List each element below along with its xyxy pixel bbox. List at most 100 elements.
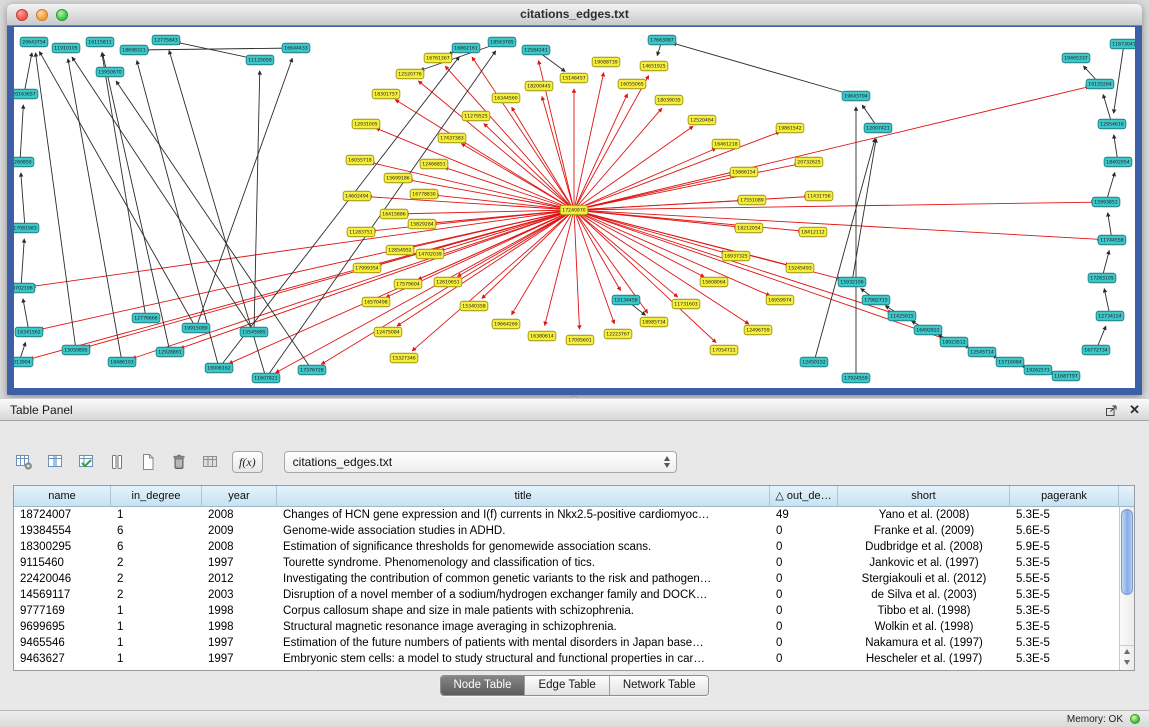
graph-node-label: 18039035 bbox=[657, 98, 680, 104]
graph-node-label: 16937325 bbox=[724, 254, 747, 260]
tab-network-table[interactable]: Network Table bbox=[610, 676, 709, 695]
graph-node-label: 16055065 bbox=[620, 82, 643, 88]
graph-node-label: 17081983 bbox=[14, 226, 37, 232]
graph-node-label: 18200445 bbox=[527, 84, 550, 90]
graph-node-label: 17376728 bbox=[300, 368, 323, 374]
graph-node-label: 12584241 bbox=[524, 48, 547, 54]
float-panel-icon[interactable] bbox=[1104, 403, 1118, 417]
scrollbar-thumb[interactable] bbox=[1121, 509, 1133, 595]
graph-node-label: 11731603 bbox=[674, 302, 697, 308]
memory-status-indicator-icon bbox=[1130, 714, 1140, 724]
graph-node-label: 19915089 bbox=[184, 326, 207, 332]
cell-year: 1997 bbox=[202, 635, 277, 651]
cell-out_de: 0 bbox=[770, 651, 838, 667]
cell-in_degree: 6 bbox=[111, 523, 202, 539]
column-header-out_de[interactable]: △ out_de… bbox=[770, 486, 838, 506]
column-header-title[interactable]: title bbox=[277, 486, 770, 506]
table-settings-icon[interactable] bbox=[13, 451, 35, 473]
graph-node-label: 12610651 bbox=[436, 280, 459, 286]
cell-year: 2009 bbox=[202, 523, 277, 539]
column-header-in_degree[interactable]: in_degree bbox=[111, 486, 202, 506]
graph-node-label: 15545985 bbox=[242, 330, 265, 336]
window-titlebar[interactable]: citations_edges.txt bbox=[7, 4, 1142, 26]
cell-year: 1997 bbox=[202, 555, 277, 571]
table-row[interactable]: 1830029562008Estimation of significance … bbox=[14, 539, 1119, 555]
zoom-window-button[interactable] bbox=[56, 9, 68, 21]
minimize-window-button[interactable] bbox=[36, 9, 48, 21]
cell-pagerank: 5.3E-5 bbox=[1010, 651, 1119, 667]
table-tabs: Node TableEdge TableNetwork Table bbox=[440, 675, 710, 696]
graph-node-label: 15608064 bbox=[702, 280, 725, 286]
graph-node-label: 15134458 bbox=[614, 298, 637, 304]
graph-node-label: 12545714 bbox=[970, 350, 993, 356]
scroll-down-icon[interactable] bbox=[1120, 657, 1134, 668]
cell-in_degree: 2 bbox=[111, 555, 202, 571]
new-table-icon[interactable] bbox=[137, 451, 159, 473]
table-row[interactable]: 946362711997Embryonic stem cells: a mode… bbox=[14, 651, 1119, 667]
table-row[interactable]: 977716911998Corpus callosum shape and si… bbox=[14, 603, 1119, 619]
cell-short: de Silva et al. (2003) bbox=[838, 587, 1010, 603]
table-row[interactable]: 1872400712008Changes of HCN gene express… bbox=[14, 507, 1119, 523]
table-header-row: namein_degreeyeartitle△ out_de…shortpage… bbox=[14, 486, 1134, 507]
table-row[interactable]: 1456911722003Disruption of a novel membe… bbox=[14, 587, 1119, 603]
graph-node-label: 12520776 bbox=[398, 72, 421, 78]
graph-node-label: 16959974 bbox=[768, 298, 791, 304]
graph-node-label: 18923512 bbox=[942, 340, 965, 346]
column-header-name[interactable]: name bbox=[14, 486, 111, 506]
status-bar: Memory: OK bbox=[0, 710, 1149, 727]
network-graph[interactable]: 1724097016055065180390351252046416461218… bbox=[14, 27, 1135, 388]
merge-table-icon[interactable] bbox=[199, 451, 221, 473]
table-row[interactable]: 911546021997Tourette syndrome. Phenomeno… bbox=[14, 555, 1119, 571]
cell-name: 9777169 bbox=[14, 603, 111, 619]
select-columns-icon[interactable] bbox=[44, 451, 66, 473]
graph-node-label: 11425015 bbox=[890, 314, 913, 320]
column-header-pagerank[interactable]: pagerank bbox=[1010, 486, 1119, 506]
table-row[interactable]: 946554611997Estimation of the future num… bbox=[14, 635, 1119, 651]
panel-title: Table Panel bbox=[10, 399, 73, 421]
tab-node-table[interactable]: Node Table bbox=[441, 676, 526, 695]
graph-node-label: 12466851 bbox=[422, 162, 445, 168]
graph-nodes: 1724097016055065180390351252046416461218… bbox=[14, 35, 1135, 383]
cell-short: Jankovic et al. (1997) bbox=[838, 555, 1010, 571]
delete-table-icon[interactable] bbox=[168, 451, 190, 473]
cell-title: Genome-wide association studies in ADHD. bbox=[277, 523, 770, 539]
graph-node-label: 12734124 bbox=[1098, 314, 1121, 320]
cell-short: Tibbo et al. (1998) bbox=[838, 603, 1010, 619]
network-view-canvas[interactable]: 1724097016055065180390351252046416461218… bbox=[14, 27, 1135, 388]
vertical-scrollbar[interactable] bbox=[1119, 507, 1134, 670]
graph-node-label: 16461218 bbox=[714, 142, 737, 148]
cell-in_degree: 2 bbox=[111, 587, 202, 603]
close-panel-icon[interactable]: ✕ bbox=[1129, 399, 1140, 421]
network-table-combobox[interactable]: citations_edges.txt bbox=[284, 451, 677, 473]
cell-title: Changes of HCN gene expression and I(f) … bbox=[277, 507, 770, 523]
tab-edge-table[interactable]: Edge Table bbox=[525, 676, 609, 695]
memory-status-label: Memory: OK bbox=[1067, 714, 1123, 725]
cell-out_de: 0 bbox=[770, 587, 838, 603]
cell-out_de: 49 bbox=[770, 507, 838, 523]
graph-node-label: 16862161 bbox=[454, 46, 477, 52]
import-table-icon[interactable] bbox=[75, 451, 97, 473]
table-row[interactable]: 1938455462009Genome-wide association stu… bbox=[14, 523, 1119, 539]
cell-year: 1998 bbox=[202, 619, 277, 635]
graph-node-label: 17283105 bbox=[1090, 276, 1113, 282]
cell-title: Corpus callosum shape and size in male p… bbox=[277, 603, 770, 619]
cell-in_degree: 6 bbox=[111, 539, 202, 555]
graph-node-label: 12223767 bbox=[606, 332, 629, 338]
graph-node-label: 12928861 bbox=[158, 350, 181, 356]
table-row[interactable]: 2242004622012Investigating the contribut… bbox=[14, 571, 1119, 587]
fx-label: f(x) bbox=[239, 455, 256, 470]
cell-year: 2012 bbox=[202, 571, 277, 587]
graph-node-label: 15245493 bbox=[788, 266, 811, 272]
function-builder-button[interactable]: f(x) bbox=[232, 451, 263, 473]
graph-node-label: 16570498 bbox=[364, 300, 387, 306]
column-chooser-icon[interactable] bbox=[106, 451, 128, 473]
cell-title: Embryonic stem cells: a model to study s… bbox=[277, 651, 770, 667]
scroll-up-icon[interactable] bbox=[1120, 646, 1134, 657]
column-header-year[interactable]: year bbox=[202, 486, 277, 506]
graph-node-label: 16644433 bbox=[284, 46, 307, 52]
table-row[interactable]: 969969511998Structural magnetic resonanc… bbox=[14, 619, 1119, 635]
close-window-button[interactable] bbox=[16, 9, 28, 21]
column-header-short[interactable]: short bbox=[838, 486, 1010, 506]
cell-name: 18724007 bbox=[14, 507, 111, 523]
cell-name: 18300295 bbox=[14, 539, 111, 555]
